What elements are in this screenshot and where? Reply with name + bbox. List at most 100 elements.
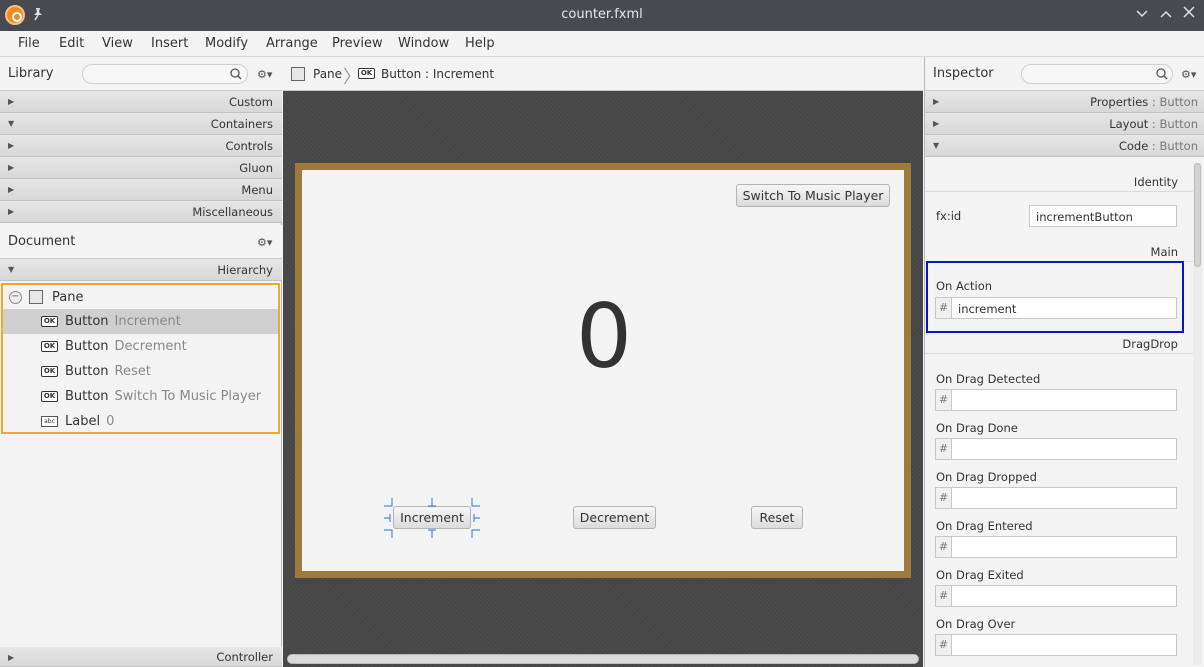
menu-bar: File Edit View Insert Modify Arrange Pre… [0,31,1204,57]
on-drag-detected-label: On Drag Detected [936,372,1041,386]
document-gear-icon[interactable]: ⚙▾ [257,236,272,249]
expand-arrow-icon: ▶ [8,97,15,106]
close-icon[interactable] [1180,6,1198,24]
inspector-vertical-scrollbar[interactable] [1193,163,1202,665]
on-drag-detected-field[interactable]: # [935,389,1177,411]
on-action-field[interactable]: # increment [935,297,1177,319]
inspector-section-code[interactable]: ▼ Code : Button [925,135,1204,157]
reset-button[interactable]: Reset [751,506,803,529]
search-icon [1156,68,1168,80]
menu-arrange[interactable]: Arrange [266,36,318,51]
inspector-section-layout[interactable]: ▶ Layout : Button [925,113,1204,135]
selection-handles[interactable] [382,496,482,540]
inspector-search[interactable] [1021,64,1173,84]
hash-icon: # [936,298,952,318]
switch-to-music-player-button[interactable]: Switch To Music Player [736,184,890,207]
inspector-search-input[interactable] [1030,67,1150,81]
ok-button-icon: OK [41,316,58,327]
hash-icon: # [936,537,952,557]
tree-item-label[interactable]: abc Label 0 [3,409,278,434]
fxid-field[interactable]: incrementButton [1029,205,1177,227]
tree-item-button-decrement[interactable]: OK Button Decrement [3,334,278,359]
library-section-custom[interactable]: ▶ Custom [0,91,282,113]
hash-icon: # [936,488,952,508]
inspector-title: Inspector [933,66,994,81]
inspector-gear-icon[interactable]: ⚙▾ [1181,68,1196,81]
library-title: Library [8,66,54,81]
menu-help[interactable]: Help [465,36,495,51]
hash-icon: # [936,439,952,459]
pane-canvas[interactable]: Switch To Music Player 0 Increment Decre… [302,170,904,571]
hierarchy-section[interactable]: ▼ Hierarchy [0,259,282,281]
library-header: Library ⚙▾ [0,57,282,91]
library-gear-icon[interactable]: ⚙▾ [257,68,272,81]
library-section-miscellaneous[interactable]: ▶ Miscellaneous [0,201,282,223]
collapse-arrow-icon: ▼ [8,265,15,274]
breadcrumb-selected[interactable]: Button : Increment [381,67,494,81]
ok-button-icon: OK [41,341,58,352]
divider [925,191,1193,192]
on-drag-exited-field[interactable]: # [935,585,1177,607]
pane-icon [291,67,305,81]
ok-button-icon: OK [358,68,375,79]
expand-arrow-icon: ▶ [8,163,15,172]
on-drag-entered-field[interactable]: # [935,536,1177,558]
breadcrumb: Pane 〉 OK Button : Increment [283,57,923,91]
decrement-button[interactable]: Decrement [573,506,656,529]
on-drag-dropped-field[interactable]: # [935,487,1177,509]
minimize-icon[interactable] [1133,6,1151,24]
ok-button-icon: OK [41,391,58,402]
on-drag-over-field[interactable]: # [935,634,1177,656]
controller-section[interactable]: ▶ Controller [0,647,282,667]
scrollbar-thumb[interactable] [288,655,918,663]
expand-arrow-icon: ▶ [8,185,15,194]
pane-icon [29,290,43,304]
library-section-containers[interactable]: ▼ Containers [0,113,282,135]
dragdrop-section-title: DragDrop [1122,337,1178,351]
menu-edit[interactable]: Edit [59,36,84,51]
on-drag-done-label: On Drag Done [936,421,1018,435]
document-header: Document ⚙▾ [0,225,282,259]
menu-preview[interactable]: Preview [332,36,383,51]
maximize-icon[interactable] [1157,6,1175,24]
identity-section-title: Identity [1133,175,1178,189]
menu-view[interactable]: View [102,36,133,51]
on-drag-done-field[interactable]: # [935,438,1177,460]
hash-icon: # [936,635,952,655]
library-section-menu[interactable]: ▶ Menu [0,179,282,201]
collapse-arrow-icon: ▼ [8,119,15,128]
search-icon [230,68,242,80]
menu-file[interactable]: File [18,36,40,51]
library-search[interactable] [82,64,248,84]
tree-item-pane[interactable]: − Pane [3,285,278,310]
ok-button-icon: OK [41,366,58,377]
main-section-title: Main [1150,245,1178,259]
scrollbar-thumb[interactable] [1194,163,1201,267]
window-title: counter.fxml [561,7,643,22]
tree-item-button-switch[interactable]: OK Button Switch To Music Player [3,384,278,409]
expand-arrow-icon: ▶ [8,141,15,150]
menu-modify[interactable]: Modify [205,36,248,51]
breadcrumb-pane[interactable]: Pane [313,67,342,81]
hash-icon: # [936,390,952,410]
library-section-controls[interactable]: ▶ Controls [0,135,282,157]
tree-item-button-reset[interactable]: OK Button Reset [3,359,278,384]
on-drag-over-label: On Drag Over [936,617,1016,631]
collapse-icon[interactable]: − [9,291,22,304]
on-drag-dropped-label: On Drag Dropped [936,470,1037,484]
library-search-input[interactable] [91,67,223,81]
inspector-panel: Inspector ⚙▾ ▶ Properties : Button ▶ Layou… [924,57,1204,667]
inspector-header: Inspector ⚙▾ [925,57,1204,91]
tree-item-button-increment[interactable]: OK Button Increment [3,309,278,334]
menu-insert[interactable]: Insert [151,36,188,51]
menu-window[interactable]: Window [398,36,449,51]
hash-icon: # [936,586,952,606]
horizontal-scrollbar[interactable] [287,654,919,664]
left-panel: Library ⚙▾ ▶ Custom ▼ Containers ▶ Controls… [0,57,282,667]
fxid-label: fx:id [936,209,962,223]
inspector-section-properties[interactable]: ▶ Properties : Button [925,91,1204,113]
library-section-gluon[interactable]: ▶ Gluon [0,157,282,179]
on-drag-entered-label: On Drag Entered [936,519,1033,533]
on-action-label: On Action [936,279,993,293]
counter-label[interactable]: 0 [576,285,632,388]
